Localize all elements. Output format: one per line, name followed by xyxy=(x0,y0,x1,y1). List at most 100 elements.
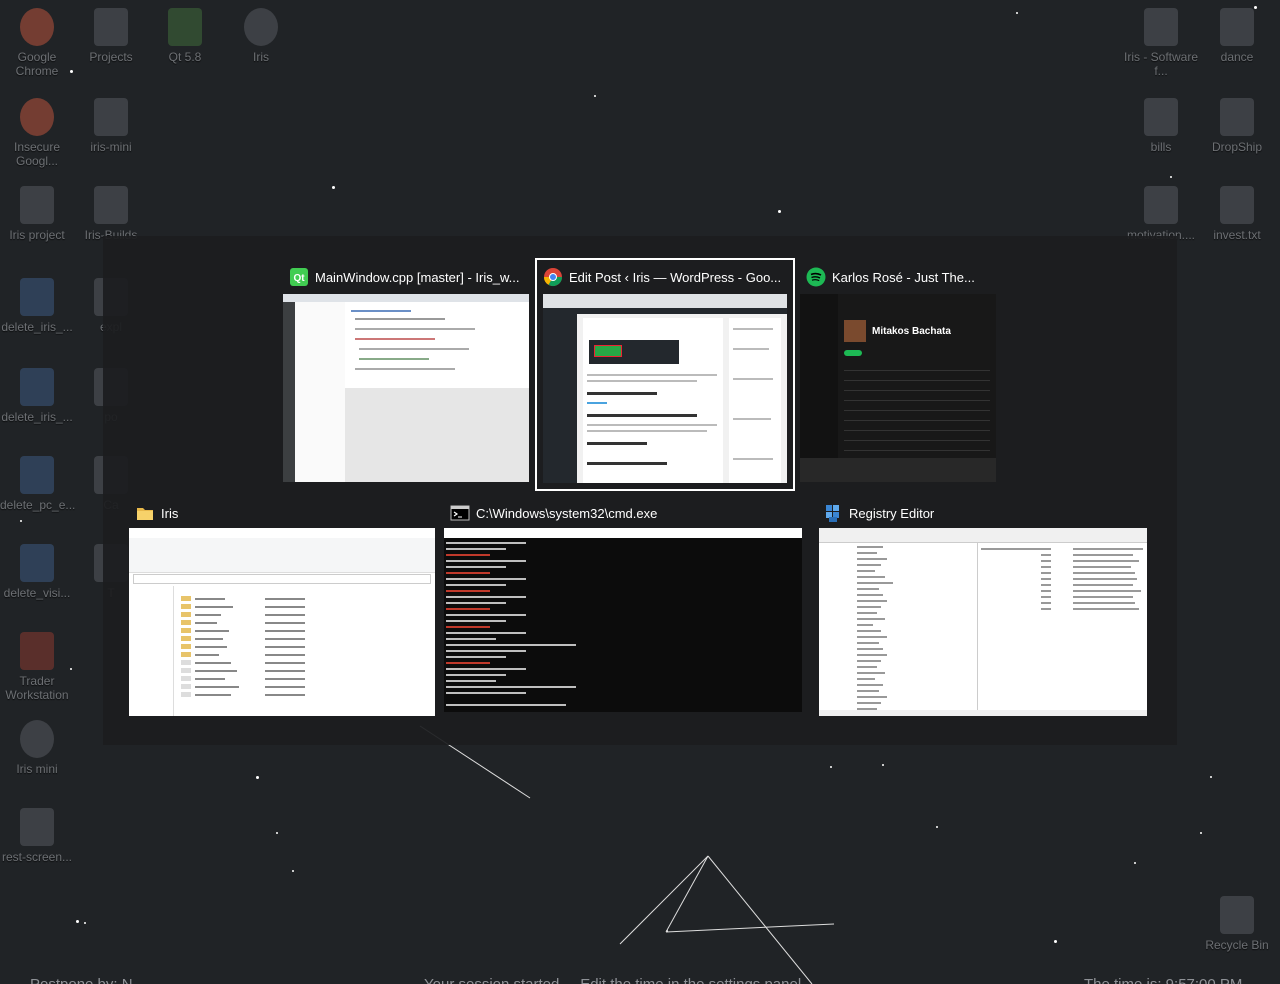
desktop-icon-delete-pc[interactable]: delete_pc_e... xyxy=(0,456,76,512)
file-icon xyxy=(1144,98,1178,136)
window-tile-explorer[interactable]: Iris xyxy=(129,500,435,716)
window-thumbnail xyxy=(543,294,787,483)
desktop-icon-recycle-bin[interactable]: Recycle Bin xyxy=(1200,896,1274,952)
cmd-icon xyxy=(450,505,470,521)
desktop-icon-rest-screen[interactable]: rest-screen... xyxy=(0,808,74,864)
album-art xyxy=(844,320,866,342)
recycle-bin-icon xyxy=(1220,896,1254,934)
image-icon xyxy=(1144,186,1178,224)
desktop-icon-label: delete_visi... xyxy=(3,586,71,600)
desktop-icon-label: Trader Workstation xyxy=(5,674,69,702)
file-icon xyxy=(20,186,54,224)
window-tile-header: Iris xyxy=(129,500,435,526)
window-thumbnail xyxy=(129,528,435,716)
window-title: Edit Post ‹ Iris — WordPress - Goo... xyxy=(569,269,782,285)
desktop-icon-iris-builds[interactable]: Iris-Builds xyxy=(74,186,148,242)
window-title: MainWindow.cpp [master] - Iris_w... xyxy=(315,269,520,285)
tws-icon xyxy=(20,632,54,670)
desktop-icon-delete-iris-1[interactable]: delete_iris_... xyxy=(0,278,74,334)
playlist-name: Mitakos Bachata xyxy=(872,326,951,337)
desktop-icon-label: Recycle Bin xyxy=(1205,938,1269,952)
desktop-icon-label: invest.txt xyxy=(1213,228,1261,242)
desktop-icon-label: delete_iris_... xyxy=(1,410,73,424)
window-title: Registry Editor xyxy=(849,505,935,521)
file-icon xyxy=(1144,8,1178,46)
desktop-icon-label: iris-mini xyxy=(90,140,132,154)
desktop-icon-delete-visi[interactable]: delete_visi... xyxy=(0,544,74,600)
desktop-icon-iris-software[interactable]: Iris - Software f... xyxy=(1124,8,1198,78)
script-icon xyxy=(20,368,54,406)
window-tile-header: Edit Post ‹ Iris — WordPress - Goo... xyxy=(537,264,793,290)
window-tile-header: C:\Windows\system32\cmd.exe xyxy=(444,500,802,526)
desktop-icon-label: bills xyxy=(1150,140,1172,154)
script-icon xyxy=(20,544,54,582)
chrome-icon xyxy=(20,8,54,46)
window-title: Iris xyxy=(161,505,179,521)
window-title: Karlos Rosé - Just The... xyxy=(832,269,975,285)
desktop-icon-projects[interactable]: Projects xyxy=(74,8,148,64)
window-thumbnail xyxy=(819,528,1147,716)
desktop-icon-iris-mini-2[interactable]: Iris mini xyxy=(0,720,74,776)
text-file-icon xyxy=(1220,186,1254,224)
desktop-icon-dropship[interactable]: DropShip xyxy=(1200,98,1274,154)
time-text: The time is: 9:57:00 PM xyxy=(1084,976,1242,984)
folder-icon xyxy=(94,8,128,46)
desktop-icon-label: DropShip xyxy=(1211,140,1263,154)
desktop-icon-label: dance xyxy=(1220,50,1254,64)
desktop-icon-invest-txt[interactable]: invest.txt xyxy=(1200,186,1274,242)
desktop-icon-qt[interactable]: Qt 5.8 xyxy=(148,8,222,64)
window-tile-header: Qt MainWindow.cpp [master] - Iris_w... xyxy=(283,264,529,290)
desktop-icon-motivation[interactable]: motivation.... xyxy=(1124,186,1198,242)
window-thumbnail: Mitakos Bachata xyxy=(800,294,996,482)
window-tile-chrome-wordpress[interactable]: Edit Post ‹ Iris — WordPress - Goo... xyxy=(535,258,795,491)
postpone-text: Postpone by: N xyxy=(30,976,133,984)
chrome-icon xyxy=(20,98,54,136)
desktop-icon-label: Iris project xyxy=(9,228,65,242)
window-title: C:\Windows\system32\cmd.exe xyxy=(476,505,658,521)
desktop-icon-iris[interactable]: Iris xyxy=(224,8,298,64)
desktop-icon-label: Qt 5.8 xyxy=(168,50,202,64)
window-tile-registry-editor[interactable]: Registry Editor xyxy=(817,500,1149,716)
desktop-icon-trader-workstation[interactable]: Trader Workstation xyxy=(0,632,74,702)
desktop-icon-label: delete_iris_... xyxy=(1,320,73,334)
desktop-icon-label: Iris xyxy=(253,50,269,64)
script-icon xyxy=(20,456,54,494)
chrome-icon xyxy=(544,268,562,287)
task-switcher-overlay: Qt MainWindow.cpp [master] - Iris_w... E… xyxy=(103,236,1177,745)
file-icon xyxy=(94,98,128,136)
desktop-icon-label: Insecure Googl... xyxy=(13,140,61,168)
session-info-text: Your session started ... Edit the time i… xyxy=(424,976,801,984)
desktop-icon-dance[interactable]: dance xyxy=(1200,8,1274,64)
qt-creator-icon: Qt xyxy=(290,268,308,286)
desktop-icon-iris-project[interactable]: Iris project xyxy=(0,186,74,242)
iris-icon xyxy=(20,720,54,758)
folder-icon xyxy=(137,508,153,520)
file-icon xyxy=(94,186,128,224)
window-tile-qt-creator[interactable]: Qt MainWindow.cpp [master] - Iris_w... xyxy=(283,264,529,482)
window-tile-header: Registry Editor xyxy=(817,500,1149,526)
file-icon xyxy=(20,808,54,846)
regedit-icon xyxy=(826,505,839,522)
desktop-icon-delete-iris-2[interactable]: delete_iris_... xyxy=(0,368,74,424)
spotify-icon xyxy=(806,267,826,287)
qt-icon xyxy=(168,8,202,46)
desktop-icon-label: Google Chrome xyxy=(15,50,59,78)
svg-text:Qt: Qt xyxy=(293,273,305,284)
script-icon xyxy=(20,278,54,316)
window-tile-cmd[interactable]: C:\Windows\system32\cmd.exe xyxy=(444,500,802,712)
iris-icon xyxy=(244,8,278,46)
window-thumbnail xyxy=(283,294,529,482)
desktop-icon-label: Iris - Software f... xyxy=(1124,50,1199,78)
window-thumbnail xyxy=(444,528,802,712)
desktop-icon-iris-mini[interactable]: iris-mini xyxy=(74,98,148,154)
window-tile-spotify[interactable]: Karlos Rosé - Just The... Mitakos Bachat… xyxy=(800,264,996,482)
desktop-icon-insecure-chrome[interactable]: Insecure Googl... xyxy=(0,98,74,168)
desktop-icon-bills[interactable]: bills xyxy=(1124,98,1198,154)
desktop-icon-label: Projects xyxy=(89,50,133,64)
file-icon xyxy=(1220,98,1254,136)
window-tile-header: Karlos Rosé - Just The... xyxy=(800,264,996,290)
desktop-icon-label: rest-screen... xyxy=(1,850,73,864)
desktop-icon-google-chrome[interactable]: Google Chrome xyxy=(0,8,74,78)
desktop-icon-label: delete_pc_e... xyxy=(0,498,76,512)
file-icon xyxy=(1220,8,1254,46)
